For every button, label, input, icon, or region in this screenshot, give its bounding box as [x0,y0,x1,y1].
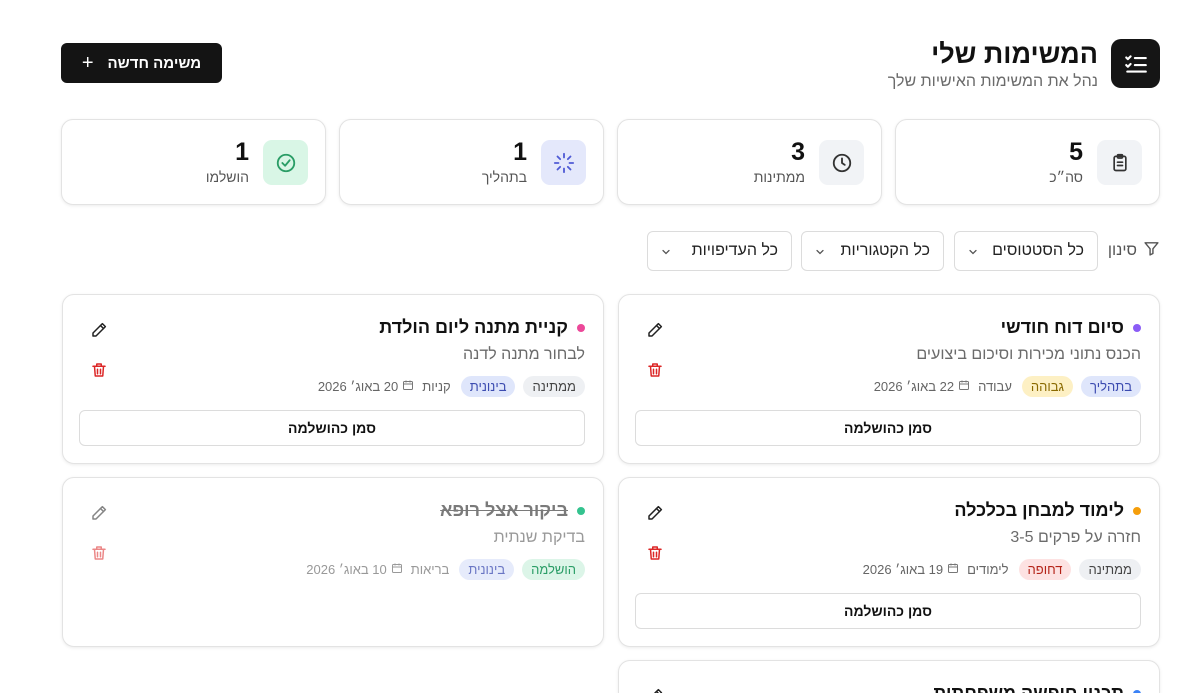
task-description: חזרה על פרקים 3-5 [1010,529,1141,546]
stat-value: 3 [791,138,805,166]
task-category: לימודים [967,562,1009,577]
task-date-group: 20 באוג׳ 2026 [318,379,414,394]
category-filter-select[interactable]: כל הקטגוריות [801,231,944,271]
plus-icon: + [81,52,94,74]
priority-badge: בינונית [460,376,516,397]
stat-card-total: 5 סה״כ [895,119,1160,205]
pencil-icon[interactable] [88,502,110,524]
page: המשימות שלי נהל את המשימות האישיות שלך מ… [61,0,1160,693]
priority-dot [1133,506,1141,515]
task-meta: ממתינה דחופה לימודים 19 באוג׳ 2026 [863,559,1141,580]
pencil-icon[interactable] [644,502,666,524]
clock-icon [819,140,864,185]
calendar-icon [947,562,959,577]
priority-badge: דחופה [1018,559,1072,580]
filter-label-group: סינון [1108,231,1160,271]
task-card: קניית מתנה ליום הולדת לבחור מתנה לדנה ממ… [62,294,604,464]
task-category: קניות [422,379,451,394]
calendar-icon [958,379,970,394]
task-card-completed: ביקור אצל רופא בדיקת שנתית הושלמה בינוני… [62,477,604,647]
pencil-icon[interactable] [644,319,666,341]
page-title: המשימות שלי [931,39,1098,69]
stat-label: ממתינות [753,169,805,185]
task-date-group: 19 באוג׳ 2026 [863,562,959,577]
stat-card-completed: 1 הושלמו [61,119,326,205]
task-title: לימוד למבחן בכלכלה [954,500,1124,520]
task-title: ביקור אצל רופא [440,500,568,520]
stats-row: 5 סה״כ 3 ממתינות 1 בתהליך 1 הושלמו [61,119,1160,205]
pencil-icon[interactable] [88,319,110,341]
title-block: המשימות שלי נהל את המשימות האישיות שלך [888,38,1098,92]
pencil-icon[interactable] [644,685,666,693]
loader-icon [541,140,586,185]
task-description: הכנס נתוני מכירות וסיכום ביצועים [916,346,1141,363]
task-meta: הושלמה בינונית בריאות 10 באוג׳ 2026 [306,559,585,580]
status-badge: ממתינה [1079,559,1141,580]
status-filter-value: כל הסטטוסים [992,242,1084,259]
filters-bar: סינון כל הסטטוסים כל הקטגוריות כל העדיפו… [61,231,1160,271]
priority-dot [1133,323,1141,332]
task-date-group: 10 באוג׳ 2026 [306,562,402,577]
category-filter-value: כל הקטגוריות [840,242,930,259]
clipboard-icon [1097,140,1142,185]
list-checks-icon [1111,39,1160,88]
priority-dot [1133,689,1141,693]
status-badge: הושלמה [522,559,585,580]
task-meta: בתהליך גבוהה עבודה 22 באוג׳ 2026 [874,376,1141,397]
task-description: לבחור מתנה לדנה [463,346,585,363]
trash-icon[interactable] [644,359,666,381]
task-date: 22 באוג׳ 2026 [873,379,955,394]
new-task-button[interactable]: משימה חדשה + [61,43,222,83]
priority-dot [577,323,585,332]
task-title: תכנון חופשה משפחתית [933,683,1124,693]
priority-dot [577,506,585,515]
priority-filter-value: כל העדיפויות [691,242,778,259]
header: המשימות שלי נהל את המשימות האישיות שלך מ… [61,38,1160,94]
stat-card-in-progress: 1 בתהליך [339,119,604,205]
priority-badge: בינונית [459,559,515,580]
mark-complete-button[interactable]: סמן כהושלמה [79,410,585,446]
chevron-down-icon [814,245,826,257]
priority-filter-select[interactable]: כל העדיפויות [647,231,792,271]
task-date: 20 באוג׳ 2026 [317,379,399,394]
task-date: 10 באוג׳ 2026 [306,562,387,577]
task-description: בדיקת שנתית [493,529,585,546]
stat-label: הושלמו [205,169,249,185]
stat-card-pending: 3 ממתינות [617,119,882,205]
stat-value: 1 [513,138,527,166]
trash-icon[interactable] [88,542,110,564]
check-circle-icon [263,140,308,185]
priority-badge: גבוהה [1021,376,1074,397]
trash-icon[interactable] [88,359,110,381]
task-card: סיום דוח חודשי הכנס נתוני מכירות וסיכום … [618,294,1160,464]
chevron-down-icon [967,245,979,257]
new-task-label: משימה חדשה [107,54,202,72]
task-title: קניית מתנה ליום הולדת [379,317,568,337]
page-subtitle: נהל את המשימות האישיות שלך [887,73,1098,90]
mark-complete-button[interactable]: סמן כהושלמה [635,593,1141,629]
filter-icon [1143,240,1160,262]
stat-value: 1 [235,138,249,166]
stat-value: 5 [1069,138,1083,166]
task-category: בריאות [410,562,450,577]
status-filter-select[interactable]: כל הסטטוסים [954,231,1098,271]
task-meta: ממתינה בינונית קניות 20 באוג׳ 2026 [318,376,585,397]
task-category: עבודה [978,379,1012,394]
stat-label: סה״כ [1049,169,1083,185]
status-badge: ממתינה [523,376,585,397]
stat-label: בתהליך [481,169,527,185]
calendar-icon [402,379,414,394]
task-date: 19 באוג׳ 2026 [862,562,944,577]
filter-label: סינון [1107,242,1137,259]
task-card: לימוד למבחן בכלכלה חזרה על פרקים 3-5 ממת… [618,477,1160,647]
task-title: סיום דוח חודשי [1000,317,1124,337]
mark-complete-button[interactable]: סמן כהושלמה [635,410,1141,446]
status-badge: בתהליך [1081,376,1141,397]
chevron-down-icon [660,245,672,257]
calendar-icon [391,562,403,577]
task-date-group: 22 באוג׳ 2026 [874,379,970,394]
task-card: תכנון חופשה משפחתית [618,660,1160,693]
trash-icon[interactable] [644,542,666,564]
